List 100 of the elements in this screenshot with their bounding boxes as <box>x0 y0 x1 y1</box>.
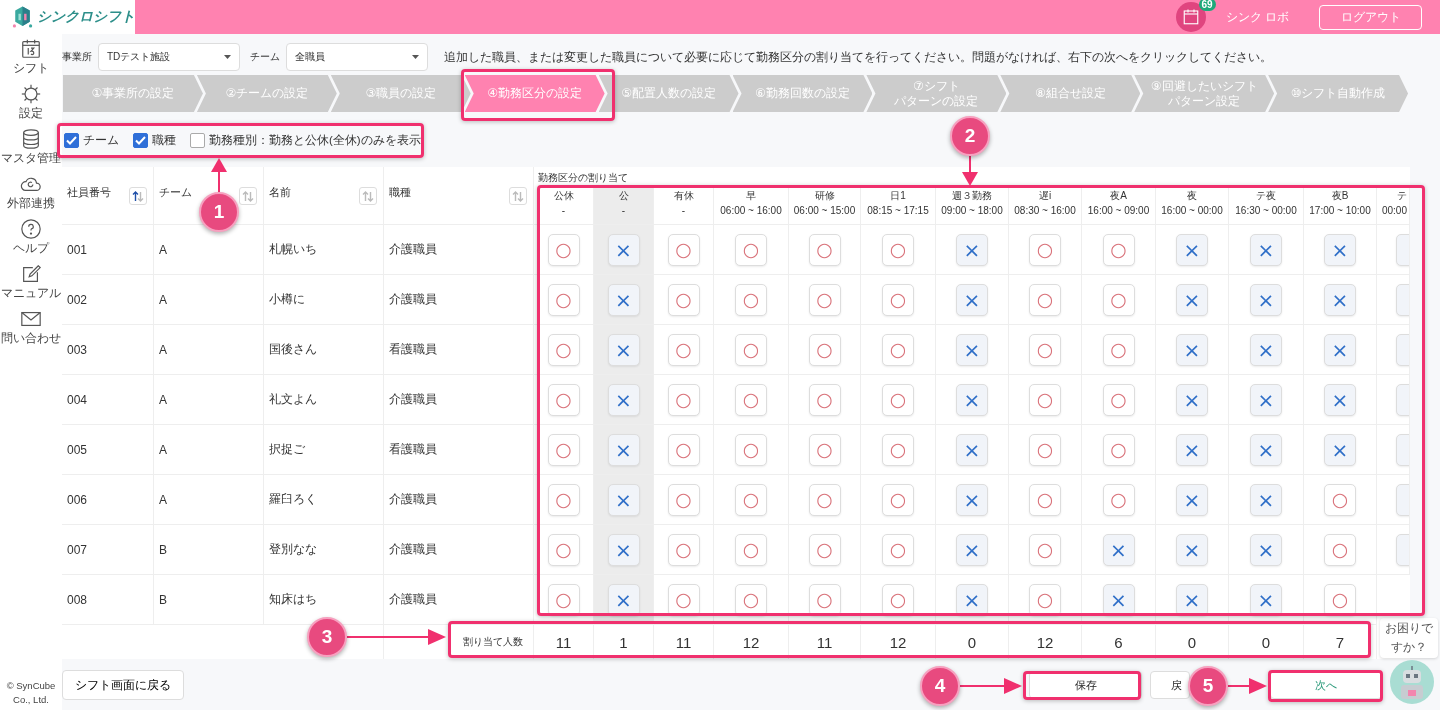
assignment-toggle[interactable]: × <box>607 483 640 516</box>
assignment-toggle[interactable]: × <box>1324 333 1356 366</box>
assignment-toggle[interactable]: ○ <box>808 433 841 466</box>
assignment-toggle[interactable]: ○ <box>808 333 841 366</box>
assignment-toggle[interactable]: × <box>1250 483 1282 516</box>
assignment-toggle[interactable]: ○ <box>547 483 580 516</box>
sidebar-item[interactable]: 設定 <box>19 83 43 122</box>
sidebar-item[interactable]: シフト <box>13 38 49 77</box>
assignment-toggle[interactable]: ○ <box>808 383 841 416</box>
assignment-toggle[interactable]: ○ <box>735 233 767 266</box>
assignment-toggle[interactable]: × <box>1324 383 1356 416</box>
assignment-toggle[interactable]: ○ <box>882 383 914 416</box>
assignment-toggle[interactable]: × <box>1250 333 1282 366</box>
assignment-toggle[interactable]: ○ <box>882 233 914 266</box>
sidebar-item[interactable]: 問い合わせ <box>1 308 61 347</box>
assignment-toggle[interactable]: ○ <box>1324 483 1356 516</box>
assignment-toggle[interactable]: × <box>956 433 988 466</box>
assignment-toggle[interactable]: × <box>1250 433 1282 466</box>
assignment-toggle[interactable]: ○ <box>735 283 767 316</box>
assignment-toggle[interactable]: ○ <box>1029 433 1061 466</box>
assignment-toggle[interactable]: × <box>1324 433 1356 466</box>
assignment-toggle[interactable]: × <box>1250 383 1282 416</box>
assignment-toggle[interactable]: ○ <box>667 283 700 316</box>
assignment-toggle[interactable]: ○ <box>547 283 580 316</box>
assignment-toggle[interactable]: ○ <box>1102 433 1135 466</box>
assignment-toggle[interactable]: × <box>1176 233 1208 266</box>
assignment-toggle[interactable]: × <box>1102 533 1135 566</box>
return-button[interactable]: 戻 <box>1150 671 1190 699</box>
assignment-toggle[interactable]: ○ <box>882 433 914 466</box>
assignment-toggle[interactable]: ○ <box>735 533 767 566</box>
assignment-toggle[interactable]: ○ <box>1102 483 1135 516</box>
assignment-toggle[interactable]: × <box>956 333 988 366</box>
assignment-toggle[interactable]: ○ <box>667 383 700 416</box>
assignment-toggle[interactable]: ○ <box>547 333 580 366</box>
assignment-toggle[interactable]: ○ <box>667 533 700 566</box>
robot-avatar[interactable] <box>1390 660 1434 704</box>
assignment-toggle[interactable]: ○ <box>808 533 841 566</box>
assignment-toggle[interactable]: × <box>956 533 988 566</box>
checkbox[interactable] <box>133 132 148 148</box>
assignment-toggle[interactable]: ○ <box>1102 333 1135 366</box>
assignment-toggle[interactable]: ○ <box>808 283 841 316</box>
help-bubble[interactable]: お困りで すか？ <box>1380 618 1438 658</box>
assignment-toggle[interactable]: × <box>1250 233 1282 266</box>
assignment-toggle[interactable]: ○ <box>1324 533 1356 566</box>
assignment-toggle[interactable]: ○ <box>882 483 914 516</box>
assignment-toggle[interactable]: × <box>607 433 640 466</box>
assignment-toggle[interactable]: × <box>956 383 988 416</box>
assignment-toggle[interactable]: ○ <box>882 333 914 366</box>
assignment-toggle[interactable]: ○ <box>1029 383 1061 416</box>
assignment-toggle[interactable]: × <box>1176 333 1208 366</box>
assignment-toggle[interactable]: ○ <box>1029 233 1061 266</box>
assignment-toggle[interactable]: ○ <box>882 533 914 566</box>
sidebar-item[interactable]: マニュアル <box>1 263 61 302</box>
assignment-toggle[interactable]: × <box>1324 233 1356 266</box>
assignment-toggle[interactable]: × <box>1250 533 1282 566</box>
assignment-toggle[interactable]: ○ <box>735 433 767 466</box>
assignment-toggle[interactable]: × <box>607 383 640 416</box>
assignment-toggle[interactable]: × <box>607 333 640 366</box>
assignment-toggle[interactable]: ○ <box>667 433 700 466</box>
sidebar-item[interactable]: 外部連携 <box>7 173 55 212</box>
assignment-toggle[interactable]: × <box>956 483 988 516</box>
assignment-toggle[interactable]: × <box>1176 383 1208 416</box>
assignment-toggle[interactable]: ○ <box>1029 333 1061 366</box>
assignment-toggle[interactable]: × <box>1176 283 1208 316</box>
wizard-step[interactable]: ④勤務区分の設定 <box>464 75 605 112</box>
assignment-toggle[interactable]: ○ <box>667 333 700 366</box>
checkbox[interactable] <box>190 132 205 148</box>
assignment-toggle[interactable]: ○ <box>667 233 700 266</box>
assignment-toggle[interactable]: × <box>1176 483 1208 516</box>
assignment-toggle[interactable]: ○ <box>667 483 700 516</box>
assignment-toggle[interactable]: × <box>607 283 640 316</box>
assignment-toggle[interactable]: × <box>607 233 640 266</box>
back-to-shift-button[interactable]: シフト画面に戻る <box>62 670 184 700</box>
assignment-toggle[interactable]: × <box>956 283 988 316</box>
assignment-toggle[interactable]: ○ <box>547 533 580 566</box>
assignment-toggle[interactable]: × <box>1250 283 1282 316</box>
assignment-toggle[interactable]: ○ <box>808 233 841 266</box>
assignment-toggle[interactable]: ○ <box>1029 283 1061 316</box>
assignment-toggle[interactable]: ○ <box>735 483 767 516</box>
assignment-toggle[interactable]: ○ <box>547 233 580 266</box>
assignment-toggle[interactable]: ○ <box>882 283 914 316</box>
checkbox[interactable] <box>64 132 79 148</box>
assignment-toggle[interactable]: × <box>1324 283 1356 316</box>
office-select[interactable]: TDテスト施設 <box>98 43 240 71</box>
assignment-toggle[interactable]: ○ <box>547 433 580 466</box>
assignment-toggle[interactable]: ○ <box>1102 283 1135 316</box>
assignment-toggle[interactable]: ○ <box>1029 533 1061 566</box>
sort-button[interactable] <box>129 187 147 205</box>
assignment-toggle[interactable]: × <box>1176 433 1208 466</box>
assignment-toggle[interactable]: ○ <box>735 383 767 416</box>
team-select[interactable]: 全職員 <box>286 43 428 71</box>
assignment-toggle[interactable]: × <box>607 533 640 566</box>
logout-button[interactable]: ログアウト <box>1319 4 1422 30</box>
assignment-toggle[interactable]: ○ <box>547 383 580 416</box>
assignment-toggle[interactable]: × <box>1176 533 1208 566</box>
assignment-toggle[interactable]: ○ <box>1102 383 1135 416</box>
assignment-toggle[interactable]: ○ <box>1102 233 1135 266</box>
assignment-toggle[interactable]: ○ <box>1029 483 1061 516</box>
next-button[interactable]: 次へ <box>1270 671 1382 699</box>
assignment-toggle[interactable]: ○ <box>808 483 841 516</box>
